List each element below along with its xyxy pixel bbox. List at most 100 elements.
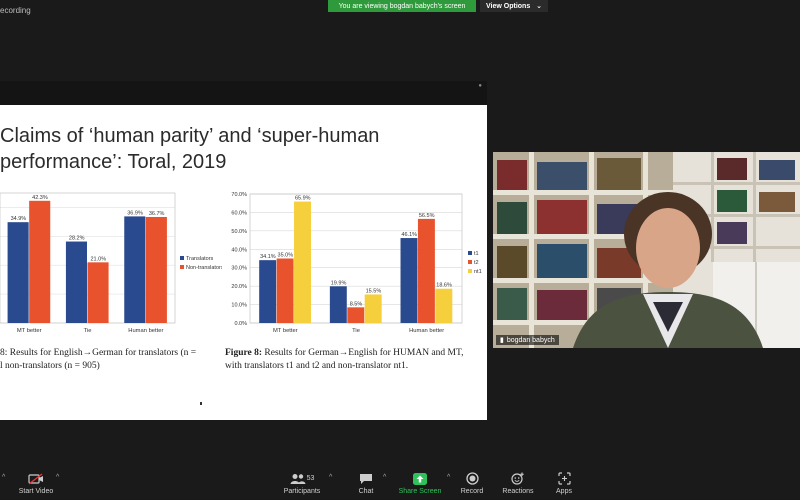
recording-label: ecording: [0, 6, 31, 15]
bar: [329, 286, 347, 323]
reactions-button[interactable]: Reactions: [500, 470, 536, 495]
legend-swatch: [468, 251, 472, 255]
chat-button[interactable]: Chat: [352, 470, 380, 495]
shared-screen-top-strip: ●: [0, 81, 487, 105]
category-label: MT better: [17, 328, 42, 334]
bar-data-label: 21.0%: [90, 256, 106, 262]
bar: [400, 238, 418, 323]
signal-bars-icon: ▮: [500, 337, 504, 344]
legend-label: t1: [474, 251, 479, 257]
reactions-icon: [511, 470, 525, 487]
bar-data-label: 34.9%: [11, 216, 27, 222]
bar: [87, 262, 109, 323]
share-screen-label: Share Screen: [398, 488, 442, 495]
video-options-caret-icon[interactable]: ^: [56, 474, 59, 481]
reactions-label: Reactions: [502, 488, 534, 495]
y-tick-label: 20.0%: [231, 284, 247, 290]
bar: [145, 216, 167, 323]
legend-label: nt1: [474, 269, 482, 275]
bar-data-label: 15.5%: [366, 288, 382, 294]
legend-swatch: [180, 256, 184, 260]
chat-icon: [359, 470, 373, 487]
apps-button[interactable]: Apps: [552, 470, 576, 495]
right-caption-line-1: Results for German→English for HUMAN and…: [262, 348, 464, 358]
start-video-label: Start Video: [18, 488, 54, 495]
right-figure-caption: Figure 8: Results for German→English for…: [225, 347, 487, 373]
mouse-cursor: [200, 402, 202, 405]
chat-label: Chat: [358, 488, 374, 495]
y-tick-label: 0.0%: [234, 321, 247, 327]
viewing-screen-banner: You are viewing bogdan babych's screen: [328, 0, 476, 12]
category-label: Human better: [128, 328, 163, 334]
bar-data-label: 56.5%: [419, 213, 435, 219]
bar-data-label: 19.9%: [331, 280, 347, 286]
right-bar-chart: 0.0% 10.0% 20.0% 30.0% 40.0% 50.0% 60.0% 70.0% 3…: [222, 191, 487, 341]
bar: [259, 260, 277, 323]
participants-icon: [290, 473, 306, 484]
left-bar-chart: 34.9% 42.3% MT better 28.2% 21.0% Tie 36.9% 36.…: [0, 191, 225, 341]
bar-data-label: 18.6%: [436, 283, 452, 289]
bar: [294, 201, 311, 323]
y-tick-label: 10.0%: [231, 303, 247, 309]
bar-data-label: 34.1%: [260, 254, 276, 260]
right-caption-line-2: with translators t1 and t2 and non-trans…: [225, 361, 409, 371]
participants-options-caret-icon[interactable]: ^: [329, 474, 332, 481]
y-tick-label: 70.0%: [231, 192, 247, 198]
meeting-toolbar: ^ Start Video ^ 53 Participants ^ Chat ^…: [0, 470, 800, 500]
bar: [7, 222, 29, 323]
record-label: Record: [460, 488, 484, 495]
bar-data-label: 8.5%: [350, 301, 363, 307]
legend-label: t2: [474, 260, 479, 266]
legend-label: Non-translators: [186, 265, 224, 271]
legend-swatch: [468, 260, 472, 264]
legend-swatch: [468, 269, 472, 273]
caret-up-icon[interactable]: ^: [2, 474, 5, 481]
y-tick-label: 40.0%: [231, 247, 247, 253]
bar: [347, 307, 365, 323]
category-label: Human better: [409, 328, 444, 334]
apps-label: Apps: [556, 488, 572, 495]
bar: [276, 258, 294, 323]
share-screen-button[interactable]: Share Screen: [396, 470, 444, 495]
left-figure-caption: 8: Results for English→German for transl…: [0, 347, 225, 373]
share-screen-icon: [413, 470, 427, 487]
share-options-caret-icon[interactable]: ^: [447, 474, 450, 481]
participant-name-tag: ▮ bogdan babych: [496, 335, 559, 345]
shared-screen[interactable]: ● Claims of ‘human parity’ and ‘super-hu…: [0, 81, 487, 420]
category-label: MT better: [273, 328, 298, 334]
participants-count: 53: [306, 475, 315, 482]
participants-icon-group: 53: [290, 470, 315, 487]
legend-label: Translators: [186, 256, 214, 262]
video-off-icon: [28, 470, 44, 487]
right-caption-figure-label: Figure 8:: [225, 348, 263, 358]
bar-data-label: 42.3%: [32, 195, 48, 201]
bar: [29, 200, 51, 323]
bar: [435, 288, 453, 323]
start-video-button[interactable]: Start Video: [16, 470, 56, 495]
slide-title-line-1: Claims of ‘human parity’ and ‘super-huma…: [0, 125, 380, 147]
legend-swatch: [180, 265, 184, 269]
chevron-down-icon: ⌄: [536, 3, 542, 10]
left-caption-line-2: l non-translators (n = 905): [0, 361, 100, 371]
participant-video[interactable]: ▮ bogdan babych: [493, 152, 800, 348]
bar-data-label: 65.9%: [295, 196, 311, 202]
bar: [124, 216, 146, 323]
record-icon: [465, 470, 479, 487]
slide-title: Claims of ‘human parity’ and ‘super-huma…: [0, 123, 487, 175]
category-label: Tie: [352, 328, 360, 334]
bar-data-label: 36.9%: [127, 210, 143, 216]
bar-data-label: 46.1%: [401, 232, 417, 238]
bar: [65, 241, 87, 323]
chat-options-caret-icon[interactable]: ^: [383, 474, 386, 481]
participants-button[interactable]: 53 Participants: [280, 470, 324, 495]
view-options-button[interactable]: View Options ⌄: [480, 0, 548, 12]
y-tick-label: 50.0%: [231, 229, 247, 235]
participants-label: Participants: [283, 488, 321, 495]
bar-data-label: 28.2%: [69, 236, 85, 242]
left-caption-line-1: 8: Results for English→German for transl…: [0, 348, 197, 358]
apps-icon: [557, 470, 571, 487]
bar-data-label: 35.0%: [278, 253, 294, 259]
video-background: [493, 152, 800, 348]
bar-data-label: 36.7%: [149, 211, 165, 217]
record-button[interactable]: Record: [458, 470, 486, 495]
